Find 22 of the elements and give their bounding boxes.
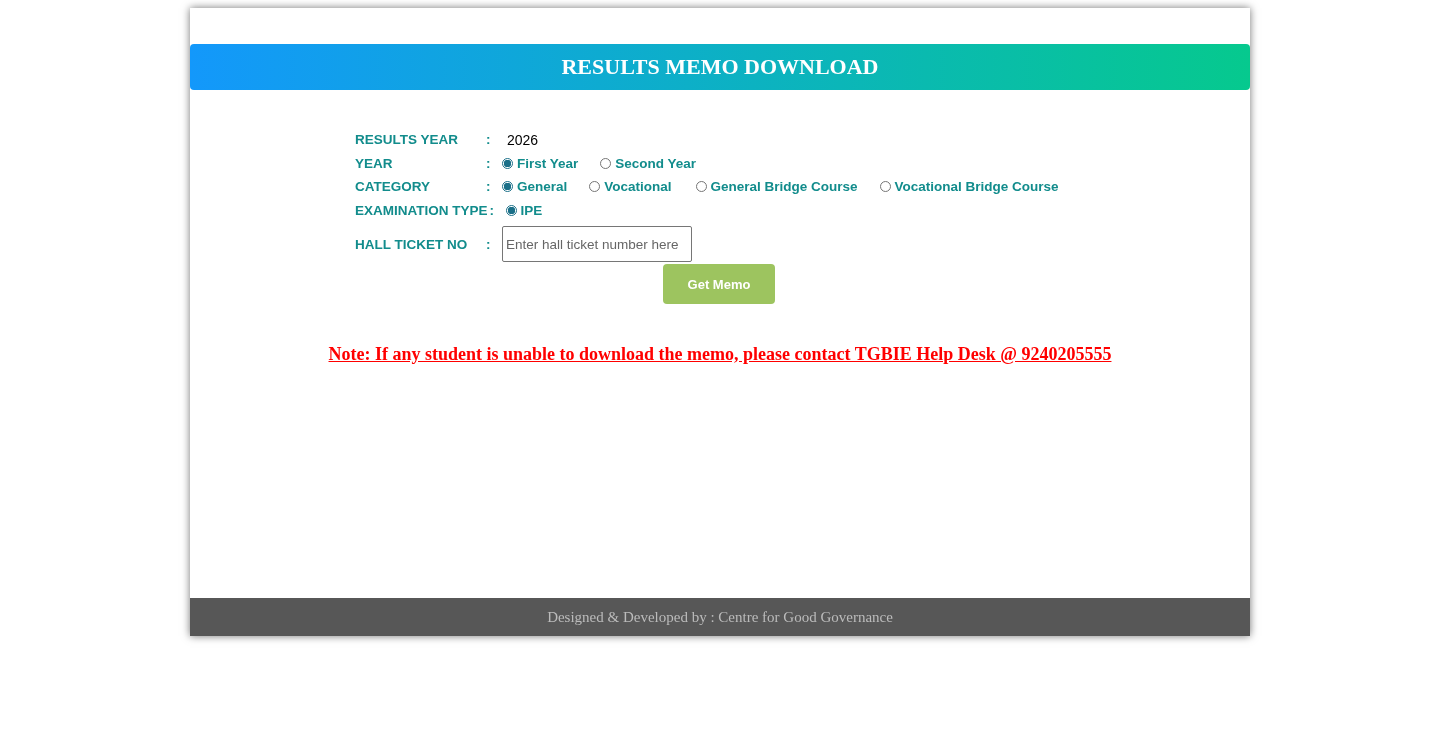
field-label: YEAR bbox=[355, 155, 394, 171]
field-label: HALL TICKET NO bbox=[355, 236, 469, 252]
hall-ticket-field[interactable]: Enter hall ticket number here bbox=[502, 226, 692, 262]
page-title: RESULTS MEMO DOWNLOAD bbox=[561, 54, 879, 80]
field-value: 2026 bbox=[507, 131, 539, 148]
radio-label[interactable]: Vocational Bridge Course bbox=[894, 179, 1059, 195]
radio-label[interactable]: General bbox=[517, 179, 568, 195]
radio-label[interactable]: IPE bbox=[520, 202, 543, 218]
colon: : bbox=[486, 155, 492, 171]
colon: : bbox=[486, 132, 492, 148]
radio-label[interactable]: General Bridge Course bbox=[710, 179, 858, 195]
colon: : bbox=[486, 179, 492, 195]
help-note: Note: If any student is unable to download the memo, please contact TGBIE Help Desk @ 9240205555 bbox=[328, 344, 1112, 364]
radio-label[interactable]: Second Year bbox=[615, 155, 697, 171]
footer-text: Designed & Developed by : Centre for Good Governance bbox=[547, 608, 893, 626]
field-label: EXAMINATION TYPE bbox=[355, 202, 488, 218]
colon: : bbox=[489, 202, 495, 218]
radio-label[interactable]: First Year bbox=[517, 155, 579, 171]
radio-label[interactable]: Vocational bbox=[604, 179, 672, 195]
field-label: RESULTS YEAR bbox=[355, 132, 460, 148]
colon: : bbox=[486, 236, 492, 252]
field-label: CATEGORY bbox=[355, 179, 431, 195]
